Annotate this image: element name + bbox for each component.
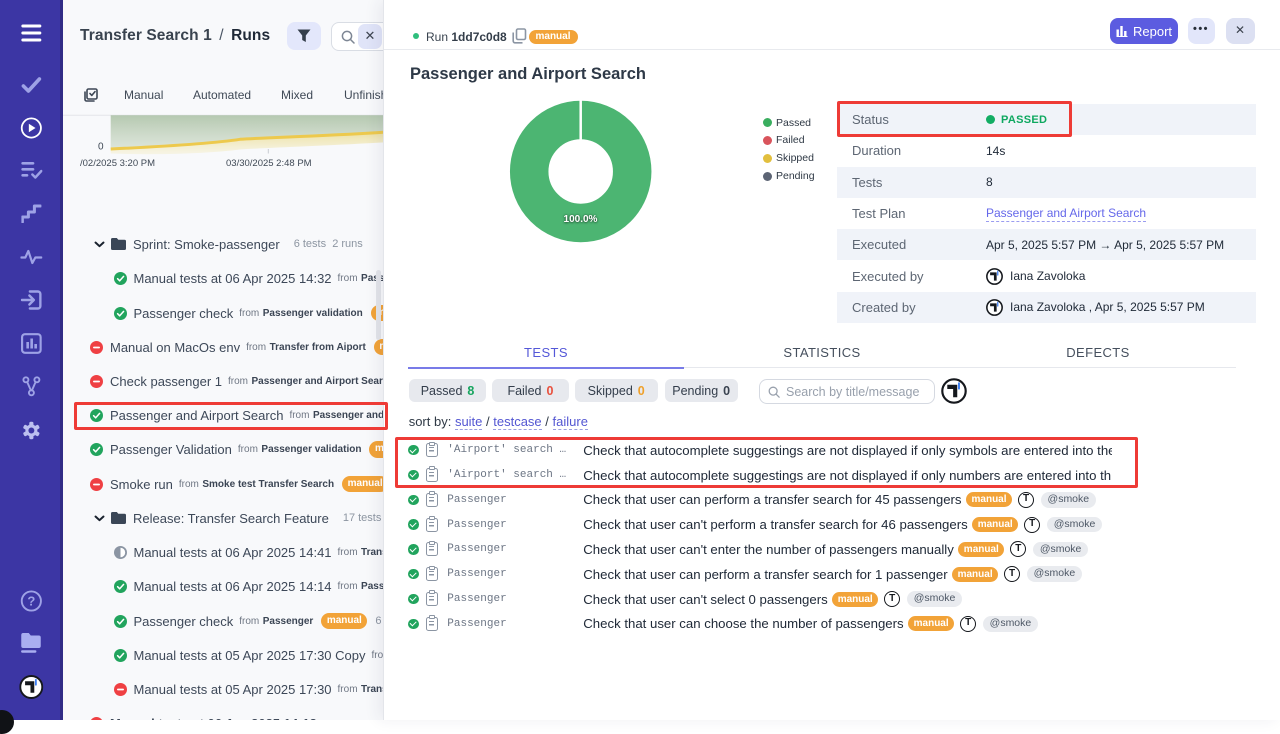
svg-text:?: ?	[27, 594, 35, 609]
svg-text:0: 0	[98, 142, 104, 153]
